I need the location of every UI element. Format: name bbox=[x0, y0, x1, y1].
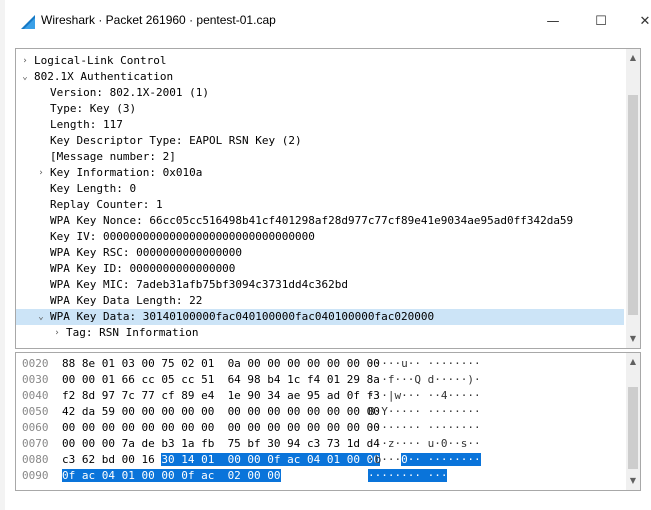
tree-row[interactable]: WPA Key ID: 0000000000000000 bbox=[16, 261, 624, 277]
hex-bytes: 00 00 00 00 00 00 00 00 00 00 00 00 00 0… bbox=[62, 421, 380, 434]
hex-scroll-down-icon[interactable]: ▼ bbox=[626, 474, 640, 488]
tree-row[interactable]: Replay Counter: 1 bbox=[16, 197, 624, 213]
expand-chevron-icon[interactable]: › bbox=[52, 328, 62, 338]
hex-ascii-plain: ·b··· bbox=[368, 453, 402, 466]
hex-row[interactable]: 0090 0f ac 04 01 00 00 0f ac 02 00 00 ····… bbox=[16, 468, 624, 484]
tree-row[interactable]: Version: 802.1X-2001 (1) bbox=[16, 85, 624, 101]
tree-row-label: WPA Key Nonce: 66cc05cc516498b41cf401298… bbox=[50, 214, 574, 227]
window-title: Wireshark · Packet 261960 · pentest-01.c… bbox=[41, 13, 276, 27]
hex-row[interactable]: 0040 f2 8d 97 7c 77 cf 89 e4 1e 90 34 ae … bbox=[16, 388, 624, 404]
minimize-button[interactable]: — bbox=[533, 6, 573, 36]
tree-row[interactable]: Length: 117 bbox=[16, 117, 624, 133]
hex-bytes: 0f ac 04 01 00 00 0f ac 02 00 00 bbox=[62, 468, 281, 484]
tree-row[interactable]: [Message number: 2] bbox=[16, 149, 624, 165]
hex-row[interactable]: 0060 00 00 00 00 00 00 00 00 00 00 00 00 … bbox=[16, 420, 624, 436]
hex-ascii-selected: ········ ··· bbox=[368, 469, 448, 482]
hex-row[interactable]: 0020 88 8e 01 03 00 75 02 01 0a 00 00 00 … bbox=[16, 356, 624, 372]
hex-ascii: ·····u·· ········ bbox=[368, 357, 481, 370]
wireshark-fin-icon bbox=[21, 15, 35, 29]
tree-row[interactable]: › Logical-Link Control bbox=[16, 53, 624, 69]
tree-row-label: WPA Key ID: 0000000000000000 bbox=[50, 262, 236, 275]
hex-row[interactable]: 0030 00 00 01 66 cc 05 cc 51 64 98 b4 1c … bbox=[16, 372, 624, 388]
hex-bytes: c3 62 bd 00 16 30 14 01 00 00 0f ac 04 0… bbox=[62, 452, 380, 468]
tree-row-label: [Message number: 2] bbox=[50, 150, 176, 163]
packet-bytes-pane[interactable]: ▲ ▼ 0020 88 8e 01 03 00 75 02 01 0a 00 00… bbox=[15, 352, 641, 491]
expand-chevron-icon[interactable]: › bbox=[20, 56, 30, 66]
tree-row-label: Length: 117 bbox=[50, 118, 123, 131]
tree-row-label: Key IV: 00000000000000000000000000000000 bbox=[50, 230, 315, 243]
hex-ascii: ········ ··· bbox=[368, 468, 448, 484]
tree-row-label: WPA Key RSC: 0000000000000000 bbox=[50, 246, 243, 259]
tree-row[interactable]: › Key Information: 0x010a bbox=[16, 165, 624, 181]
hex-row[interactable]: 0080 c3 62 bd 00 16 30 14 01 00 00 0f ac … bbox=[16, 452, 624, 468]
hex-offset: 0070 bbox=[22, 437, 49, 450]
close-button[interactable]: ✕ bbox=[625, 6, 651, 36]
hex-row[interactable]: 0070 00 00 00 7a de b3 1a fb 75 bf 30 94 … bbox=[16, 436, 624, 452]
tree-row[interactable]: ⌄ WPA Key Data: 30140100000fac040100000fa… bbox=[16, 309, 624, 325]
tree-row[interactable]: WPA Key MIC: 7adeb31afb75bf3094c3731dd4c… bbox=[16, 277, 624, 293]
tree-vertical-scrollbar[interactable]: ▲ ▼ bbox=[626, 49, 640, 348]
collapse-chevron-icon[interactable]: ⌄ bbox=[20, 72, 30, 82]
tree-row-label: Key Information: 0x010a bbox=[50, 166, 203, 179]
scroll-down-icon[interactable]: ▼ bbox=[626, 332, 640, 346]
tree-scrollbar-thumb[interactable] bbox=[628, 95, 638, 315]
scroll-up-icon[interactable]: ▲ bbox=[626, 51, 640, 65]
hex-bytes-selected: 0f ac 04 01 00 00 0f ac 02 00 00 bbox=[62, 469, 281, 482]
hex-ascii: ···|w··· ··4····· bbox=[368, 389, 481, 402]
tree-row[interactable]: Key Length: 0 bbox=[16, 181, 624, 197]
hex-ascii: B·Y····· ········ bbox=[368, 405, 481, 418]
hex-offset: 0020 bbox=[22, 357, 49, 370]
tree-row-label: Type: Key (3) bbox=[50, 102, 137, 115]
hex-bytes: 42 da 59 00 00 00 00 00 00 00 00 00 00 0… bbox=[62, 405, 380, 418]
tree-row[interactable]: ⌄ 802.1X Authentication bbox=[16, 69, 624, 85]
hex-ascii: ···z···· u·0··s·· bbox=[368, 437, 481, 450]
hex-scrollbar-thumb[interactable] bbox=[628, 387, 638, 469]
tree-row-label: Logical-Link Control bbox=[34, 54, 167, 67]
title-bar[interactable]: Wireshark · Packet 261960 · pentest-01.c… bbox=[5, 0, 651, 44]
hex-ascii: ········ ········ bbox=[368, 421, 481, 434]
desktop-edge bbox=[0, 0, 5, 510]
hex-row[interactable]: 0050 42 da 59 00 00 00 00 00 00 00 00 00 … bbox=[16, 404, 624, 420]
tree-row-label: Tag: RSN Information bbox=[66, 326, 199, 339]
tree-row[interactable]: Key Descriptor Type: EAPOL RSN Key (2) bbox=[16, 133, 624, 149]
hex-offset: 0090 bbox=[22, 469, 49, 482]
hex-bytes: 88 8e 01 03 00 75 02 01 0a 00 00 00 00 0… bbox=[62, 357, 380, 370]
hex-bytes-plain: c3 62 bd 00 16 bbox=[62, 453, 162, 466]
hex-offset: 0080 bbox=[22, 453, 49, 466]
hex-bytes: 00 00 01 66 cc 05 cc 51 64 98 b4 1c f4 0… bbox=[62, 373, 380, 386]
hex-bytes-selected: 30 14 01 00 00 0f ac 04 01 00 00 bbox=[161, 453, 380, 466]
hex-offset: 0040 bbox=[22, 389, 49, 402]
hex-ascii-selected: 0·· ········ bbox=[401, 453, 481, 466]
hex-offset: 0030 bbox=[22, 373, 49, 386]
tree-row-label: Replay Counter: 1 bbox=[50, 198, 163, 211]
tree-row-label: 802.1X Authentication bbox=[34, 70, 174, 83]
tree-row-label: WPA Key Data: 30140100000fac040100000fac… bbox=[50, 310, 435, 323]
hex-scroll-up-icon[interactable]: ▲ bbox=[626, 355, 640, 369]
hex-bytes: 00 00 00 7a de b3 1a fb 75 bf 30 94 c3 7… bbox=[62, 437, 380, 450]
tree-row-label: Version: 802.1X-2001 (1) bbox=[50, 86, 209, 99]
tree-row[interactable]: WPA Key RSC: 0000000000000000 bbox=[16, 245, 624, 261]
tree-row-label: WPA Key Data Length: 22 bbox=[50, 294, 203, 307]
hex-ascii: ·b···0·· ········ bbox=[368, 452, 481, 468]
tree-row[interactable]: Key IV: 00000000000000000000000000000000 bbox=[16, 229, 624, 245]
tree-row[interactable]: Type: Key (3) bbox=[16, 101, 624, 117]
tree-row-label: Key Descriptor Type: EAPOL RSN Key (2) bbox=[50, 134, 302, 147]
hex-offset: 0050 bbox=[22, 405, 49, 418]
collapse-chevron-icon[interactable]: ⌄ bbox=[36, 312, 46, 322]
tree-row-label: Key Length: 0 bbox=[50, 182, 137, 195]
hex-vertical-scrollbar[interactable]: ▲ ▼ bbox=[626, 353, 640, 490]
hex-bytes: f2 8d 97 7c 77 cf 89 e4 1e 90 34 ae 95 a… bbox=[62, 389, 380, 402]
tree-row[interactable]: WPA Key Data Length: 22 bbox=[16, 293, 624, 309]
hex-offset: 0060 bbox=[22, 421, 49, 434]
expand-chevron-icon[interactable]: › bbox=[36, 168, 46, 178]
tree-row[interactable]: › Tag: RSN Information bbox=[16, 325, 624, 341]
maximize-button[interactable]: ☐ bbox=[581, 6, 621, 36]
tree-row-label: WPA Key MIC: 7adeb31afb75bf3094c3731dd4c… bbox=[50, 278, 349, 291]
tree-row[interactable]: WPA Key Nonce: 66cc05cc516498b41cf401298… bbox=[16, 213, 624, 229]
hex-ascii: ···f···Q d·····)· bbox=[368, 373, 481, 386]
packet-details-tree[interactable]: ▲ ▼ › Logical-Link Control ⌄ 802.1X Authent… bbox=[15, 48, 641, 349]
